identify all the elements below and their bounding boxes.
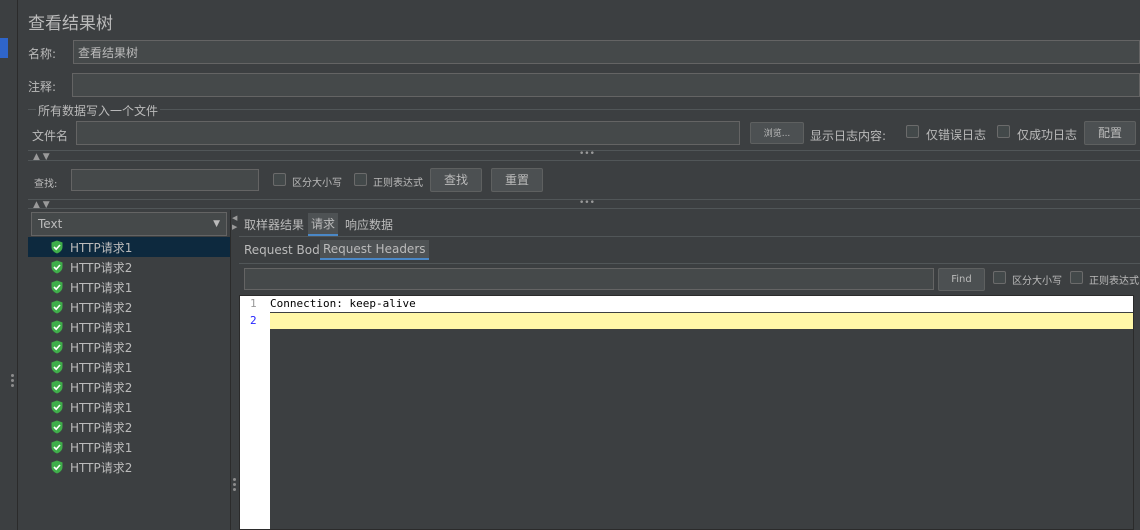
subtab-request-headers[interactable]: Request Headers (320, 240, 429, 260)
tree-item-label: HTTP请求1 (70, 320, 133, 335)
tab-response-data[interactable]: 响应数据 (342, 214, 396, 235)
success-shield-icon (51, 300, 63, 314)
subtab-request-body[interactable]: Request Body (241, 241, 330, 259)
splitter-grip-icon[interactable] (233, 478, 236, 493)
browse-button[interactable]: 浏览... (750, 122, 804, 144)
inner-case-label: 区分大小写 (1012, 276, 1062, 287)
tree-item[interactable]: HTTP请求2 (28, 377, 230, 397)
splitter-line (28, 208, 1140, 209)
comment-label: 注释: (28, 80, 57, 94)
success-shield-icon (51, 240, 63, 254)
success-shield-icon (51, 320, 63, 334)
subtabs-border (239, 263, 1140, 264)
success-shield-icon (51, 400, 63, 414)
comment-field[interactable] (72, 73, 1140, 97)
renderer-select[interactable]: Text ▼ (31, 212, 227, 236)
success-shield-icon (51, 360, 63, 374)
code-line-current[interactable] (270, 313, 1133, 329)
regex-label: 正则表达式 (373, 178, 423, 189)
code-line[interactable]: Connection: keep-alive (270, 296, 1133, 312)
success-shield-icon (51, 440, 63, 454)
tree-item[interactable]: HTTP请求1 (28, 397, 230, 417)
inner-regex-label: 正则表达式 (1089, 276, 1139, 287)
search-input[interactable] (71, 169, 259, 191)
result-tree[interactable]: HTTP请求1 HTTP请求2 HTTP请求1 HTTP请求2 HTTP请求1 HTTP请… (28, 237, 230, 530)
success-shield-icon (51, 380, 63, 394)
tree-item[interactable]: HTTP请求1 (28, 357, 230, 377)
case-sensitive-label: 区分大小写 (292, 178, 342, 189)
inner-find-button[interactable]: Find (938, 268, 985, 291)
success-shield-icon (51, 280, 63, 294)
success-shield-icon (51, 420, 63, 434)
line-number: 1 (250, 297, 257, 310)
find-button[interactable]: 查找 (430, 168, 482, 192)
tree-item-label: HTTP请求2 (70, 300, 133, 315)
splitter-arrows-icon[interactable]: ◀ ▶ (232, 214, 237, 232)
tree-item[interactable]: HTTP请求1 (28, 437, 230, 457)
success-shield-icon (51, 260, 63, 274)
tree-item-label: HTTP请求1 (70, 240, 133, 255)
log-content-label: 显示日志内容: (810, 129, 887, 143)
name-field[interactable]: 查看结果树 (73, 40, 1140, 64)
success-only-label: 仅成功日志 (1017, 128, 1078, 142)
tree-item-label: HTTP请求2 (70, 420, 133, 435)
reset-button[interactable]: 重置 (491, 168, 543, 192)
tree-item[interactable]: HTTP请求1 (28, 277, 230, 297)
splitter-handle[interactable] (11, 374, 14, 388)
inner-regex-checkbox[interactable] (1070, 271, 1083, 284)
splitter-line (28, 160, 1140, 161)
errors-only-checkbox[interactable] (906, 125, 919, 138)
success-shield-icon (51, 460, 63, 474)
splitter-dots-icon[interactable]: ••• (579, 198, 595, 208)
tree-item[interactable]: HTTP请求2 (28, 457, 230, 477)
code-area[interactable]: Connection: keep-alive (270, 296, 1133, 529)
tree-item-label: HTTP请求2 (70, 460, 133, 475)
tree-item[interactable]: HTTP请求2 (28, 337, 230, 357)
tree-item-label: HTTP请求1 (70, 280, 133, 295)
tree-item[interactable]: HTTP请求1 (28, 237, 230, 257)
tree-item-label: HTTP请求2 (70, 380, 133, 395)
case-sensitive-checkbox[interactable] (273, 173, 286, 186)
tree-item-label: HTTP请求1 (70, 440, 133, 455)
name-label: 名称: (28, 47, 57, 61)
regex-checkbox[interactable] (354, 173, 367, 186)
filename-label: 文件名 (32, 129, 69, 143)
left-gutter (0, 0, 18, 530)
filename-field[interactable] (76, 121, 740, 145)
line-number-gutter: 1 2 (240, 296, 270, 529)
inner-case-checkbox[interactable] (993, 271, 1006, 284)
tree-item-label: HTTP请求2 (70, 260, 133, 275)
tabs-border (239, 236, 1140, 237)
renderer-selected: Text (38, 217, 63, 231)
tree-item-label: HTTP请求1 (70, 360, 133, 375)
tree-item[interactable]: HTTP请求1 (28, 317, 230, 337)
tree-selection-marker (0, 38, 8, 58)
tree-item[interactable]: HTTP请求2 (28, 257, 230, 277)
file-section-border (28, 109, 1140, 110)
file-section-legend: 所有数据写入一个文件 (36, 102, 161, 119)
page-title: 查看结果树 (28, 14, 113, 34)
search-label: 查找: (34, 179, 58, 190)
vertical-splitter[interactable]: ◀ ▶ (230, 210, 238, 530)
splitter-dots-icon[interactable]: ••• (579, 149, 595, 159)
header-text-editor[interactable]: 1 2 Connection: keep-alive (239, 295, 1134, 530)
tab-sampler-result[interactable]: 取样器结果 (241, 214, 307, 235)
success-only-checkbox[interactable] (997, 125, 1010, 138)
tree-item[interactable]: HTTP请求2 (28, 417, 230, 437)
inner-search-input[interactable] (244, 268, 934, 290)
configure-button[interactable]: 配置 (1084, 121, 1136, 145)
tab-request[interactable]: 请求 (308, 213, 339, 236)
tree-item-label: HTTP请求1 (70, 400, 133, 415)
success-shield-icon (51, 340, 63, 354)
chevron-down-icon: ▼ (213, 219, 220, 229)
errors-only-label: 仅错误日志 (926, 128, 987, 142)
tree-item-label: HTTP请求2 (70, 340, 133, 355)
line-number-current: 2 (250, 314, 257, 327)
tree-item[interactable]: HTTP请求2 (28, 297, 230, 317)
